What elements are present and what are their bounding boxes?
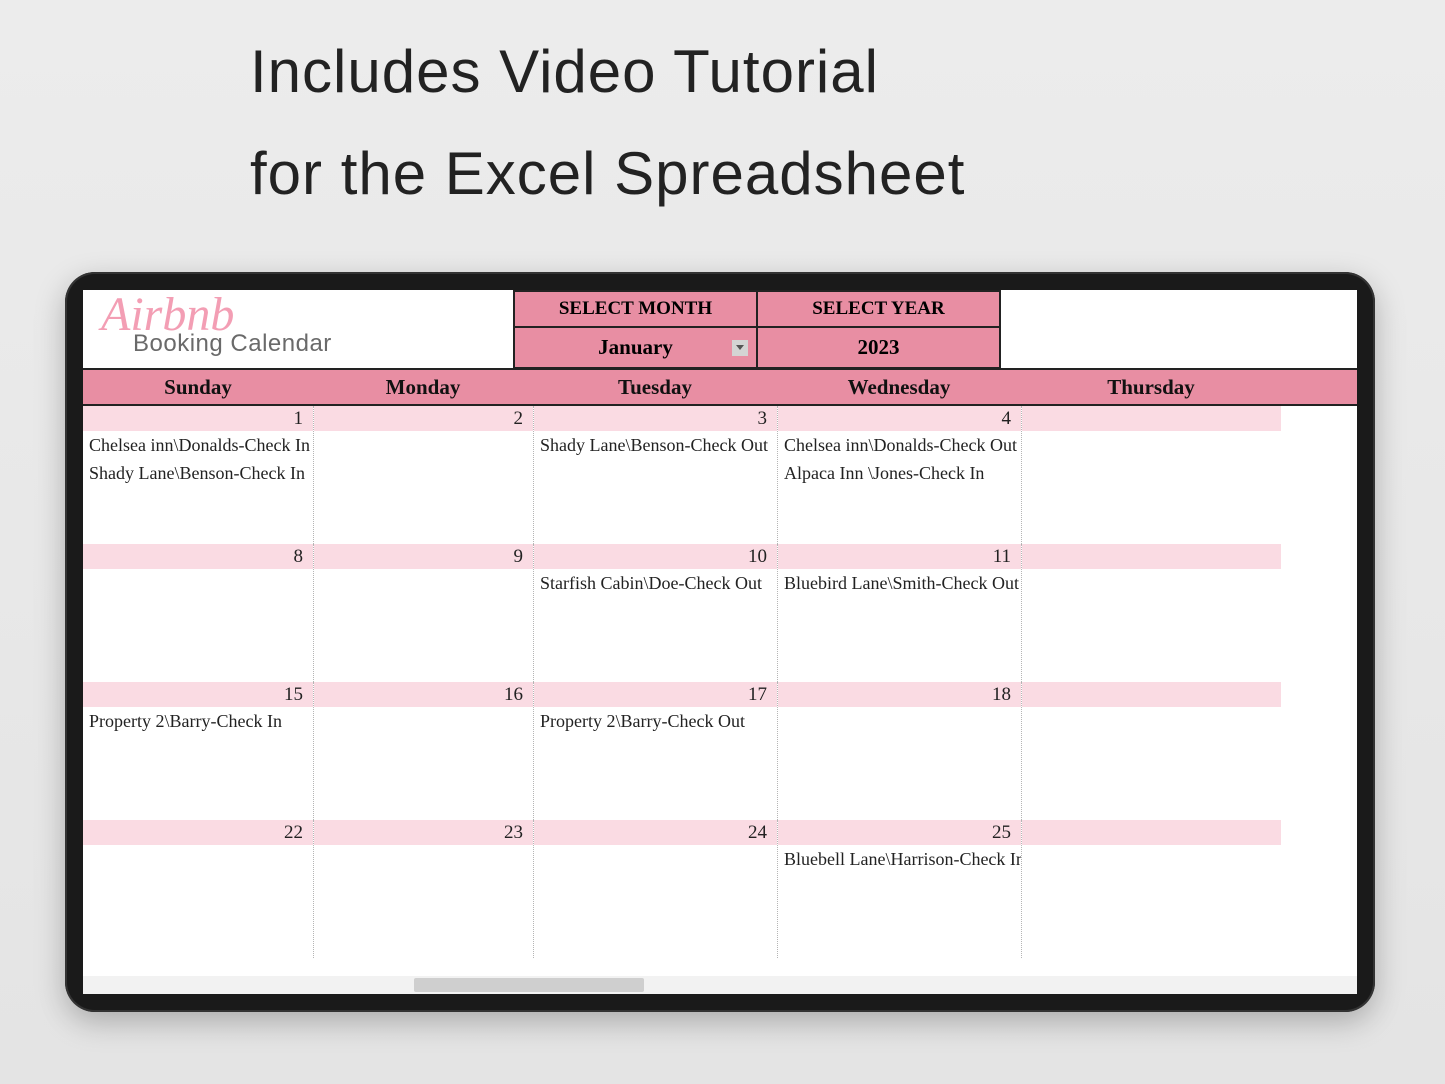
day-number: 9 (314, 544, 533, 569)
calendar-cell[interactable]: 11Bluebird Lane\Smith-Check Out (777, 544, 1021, 682)
calendar-cell[interactable]: 24 (533, 820, 777, 958)
year-selector-label: SELECT YEAR (757, 290, 1001, 328)
selectors: SELECT MONTH January SELECT YEAR 2023 (513, 290, 1001, 368)
top-row: Airbnb Booking Calendar SELECT MONTH Jan… (83, 290, 1357, 368)
booking-event: Starfish Cabin\Doe-Check Out (534, 569, 777, 597)
calendar-cell[interactable]: 18 (777, 682, 1021, 820)
horizontal-scrollbar[interactable] (83, 976, 1357, 994)
calendar-logo: Airbnb Booking Calendar (83, 290, 513, 368)
year-value-text: 2023 (858, 335, 900, 359)
logo-subtitle: Booking Calendar (133, 330, 503, 358)
calendar-week: 8910Starfish Cabin\Doe-Check Out11Bluebi… (83, 544, 1357, 682)
day-number: 16 (314, 682, 533, 707)
day-header: Monday (313, 370, 533, 404)
day-number: 17 (534, 682, 777, 707)
booking-event: Shady Lane\Benson-Check In (83, 459, 313, 487)
day-number: 1 (83, 406, 313, 431)
booking-event: Property 2\Barry-Check In (83, 707, 313, 735)
day-header-row: Sunday Monday Tuesday Wednesday Thursday (83, 368, 1357, 406)
calendar-body: 1Chelsea inn\Donalds-Check InShady Lane\… (83, 406, 1357, 958)
calendar-cell[interactable] (1021, 682, 1281, 820)
day-header: Sunday (83, 370, 313, 404)
headline: Includes Video Tutorial for the Excel Sp… (250, 30, 1345, 216)
day-number: 11 (778, 544, 1021, 569)
booking-event: Property 2\Barry-Check Out (534, 707, 777, 735)
day-number: 8 (83, 544, 313, 569)
month-value-text: January (598, 335, 673, 359)
day-number (1022, 682, 1281, 707)
calendar-cell[interactable]: 2 (313, 406, 533, 544)
month-selector-value[interactable]: January (513, 328, 757, 369)
calendar-cell[interactable]: 10Starfish Cabin\Doe-Check Out (533, 544, 777, 682)
day-number: 2 (314, 406, 533, 431)
booking-event: Alpaca Inn \Jones-Check In (778, 459, 1021, 487)
day-number (1022, 820, 1281, 845)
calendar-cell[interactable]: 17Property 2\Barry-Check Out (533, 682, 777, 820)
day-number: 10 (534, 544, 777, 569)
calendar-cell[interactable]: 15Property 2\Barry-Check In (83, 682, 313, 820)
spreadsheet-screen: Airbnb Booking Calendar SELECT MONTH Jan… (83, 290, 1357, 994)
day-number: 15 (83, 682, 313, 707)
headline-line1: Includes Video Tutorial (250, 30, 1345, 114)
booking-event: Chelsea inn\Donalds-Check In (83, 431, 313, 459)
calendar-cell[interactable]: 9 (313, 544, 533, 682)
calendar-cell[interactable]: 1Chelsea inn\Donalds-Check InShady Lane\… (83, 406, 313, 544)
scrollbar-track[interactable] (83, 976, 1357, 994)
monitor-frame: Airbnb Booking Calendar SELECT MONTH Jan… (65, 272, 1375, 1012)
calendar-week: 22232425Bluebell Lane\Harrison-Check In (83, 820, 1357, 958)
calendar-cell[interactable]: 4Chelsea inn\Donalds-Check OutAlpaca Inn… (777, 406, 1021, 544)
calendar-cell[interactable]: 8 (83, 544, 313, 682)
booking-event: Bluebell Lane\Harrison-Check In (778, 845, 1021, 873)
calendar-week: 1Chelsea inn\Donalds-Check InShady Lane\… (83, 406, 1357, 544)
year-selector: SELECT YEAR 2023 (757, 290, 1001, 368)
day-number: 22 (83, 820, 313, 845)
month-selector: SELECT MONTH January (513, 290, 757, 368)
day-number: 3 (534, 406, 777, 431)
calendar-cell[interactable] (1021, 544, 1281, 682)
day-number (1022, 544, 1281, 569)
day-number (1022, 406, 1281, 431)
headline-line2: for the Excel Spreadsheet (250, 132, 1345, 216)
day-number: 4 (778, 406, 1021, 431)
calendar-week: 15Property 2\Barry-Check In1617Property … (83, 682, 1357, 820)
dropdown-icon[interactable] (732, 340, 748, 356)
calendar-cell[interactable]: 25Bluebell Lane\Harrison-Check In (777, 820, 1021, 958)
year-selector-value[interactable]: 2023 (757, 328, 1001, 369)
day-number: 24 (534, 820, 777, 845)
booking-event: Chelsea inn\Donalds-Check Out (778, 431, 1021, 459)
calendar-cell[interactable]: 23 (313, 820, 533, 958)
booking-event: Bluebird Lane\Smith-Check Out (778, 569, 1021, 597)
scrollbar-thumb[interactable] (414, 978, 643, 992)
day-header: Thursday (1021, 370, 1281, 404)
day-number: 23 (314, 820, 533, 845)
day-header: Wednesday (777, 370, 1021, 404)
calendar-cell[interactable] (1021, 406, 1281, 544)
calendar-cell[interactable]: 3Shady Lane\Benson-Check Out (533, 406, 777, 544)
calendar-cell[interactable] (1021, 820, 1281, 958)
day-number: 25 (778, 820, 1021, 845)
month-selector-label: SELECT MONTH (513, 290, 757, 328)
day-header: Tuesday (533, 370, 777, 404)
calendar-cell[interactable]: 22 (83, 820, 313, 958)
logo-script: Airbnb (101, 296, 503, 334)
booking-event: Shady Lane\Benson-Check Out (534, 431, 777, 459)
calendar-cell[interactable]: 16 (313, 682, 533, 820)
day-number: 18 (778, 682, 1021, 707)
